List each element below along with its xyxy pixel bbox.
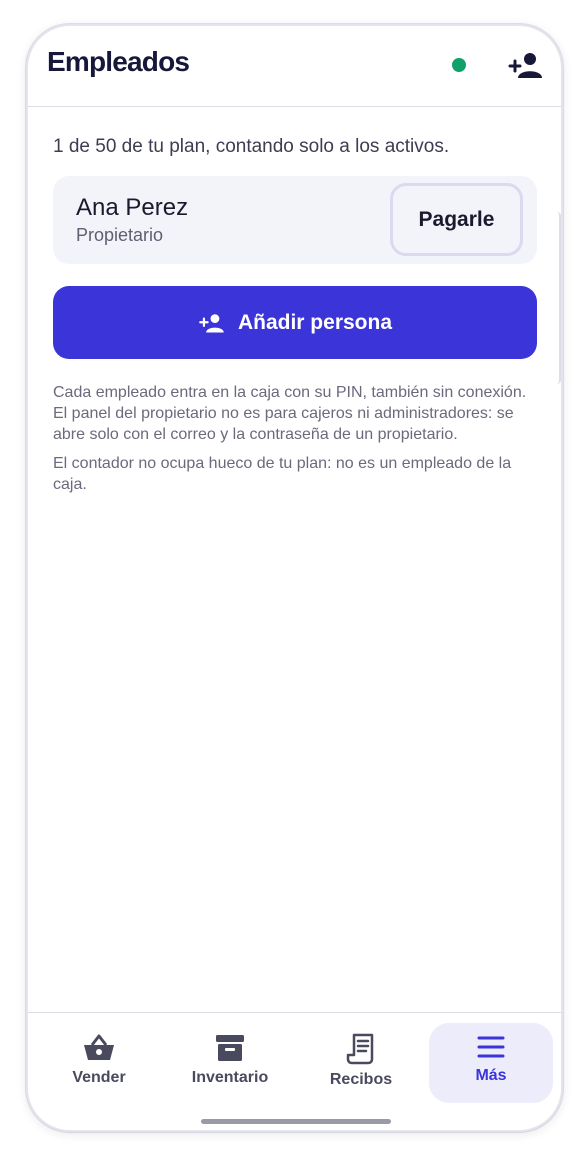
info-text-accountant: El contador no ocupa hueco de tu plan: n… (53, 455, 512, 493)
bottom-navigation: Vender Inventario Recibos Más (28, 1012, 561, 1130)
nav-item-recibos[interactable]: Recibos (299, 1023, 423, 1103)
nav-label-mas: Más (475, 1067, 507, 1084)
device-side-button (555, 212, 561, 384)
nav-item-inventario[interactable]: Inventario (168, 1023, 292, 1103)
employee-role: Propietario (76, 225, 164, 245)
menu-icon (477, 1036, 505, 1058)
person-add-icon (199, 313, 224, 333)
info-text-pin: Cada empleado entra en la caja con su PI… (53, 384, 527, 443)
nav-label-vender: Vender (72, 1069, 126, 1086)
nav-label-recibos: Recibos (329, 1071, 393, 1088)
app-header: Empleados (28, 26, 561, 107)
employee-name: Ana Perez (76, 194, 189, 221)
employee-card[interactable]: Ana Perez Propietario Pagarle (53, 176, 537, 264)
add-person-button[interactable]: Añadir persona (53, 286, 537, 359)
nav-item-mas[interactable]: Más (429, 1023, 553, 1103)
nav-item-vender[interactable]: Vender (37, 1023, 161, 1103)
archive-box-icon (216, 1035, 244, 1061)
pay-button[interactable]: Pagarle (390, 183, 523, 256)
basket-icon (84, 1034, 114, 1060)
page-title: Empleados (47, 46, 190, 77)
nav-label-inventario: Inventario (191, 1069, 269, 1086)
online-status-indicator (452, 58, 466, 72)
plan-usage-text: 1 de 50 de tu plan, contando solo a los … (53, 136, 450, 157)
add-user-button[interactable] (508, 50, 544, 80)
phone-frame: Empleados 1 de 50 de tu plan, contando s… (26, 24, 563, 1132)
home-indicator[interactable] (201, 1119, 391, 1124)
receipt-icon (346, 1033, 374, 1065)
add-person-label: Añadir persona (237, 310, 393, 334)
person-add-icon (508, 53, 542, 78)
